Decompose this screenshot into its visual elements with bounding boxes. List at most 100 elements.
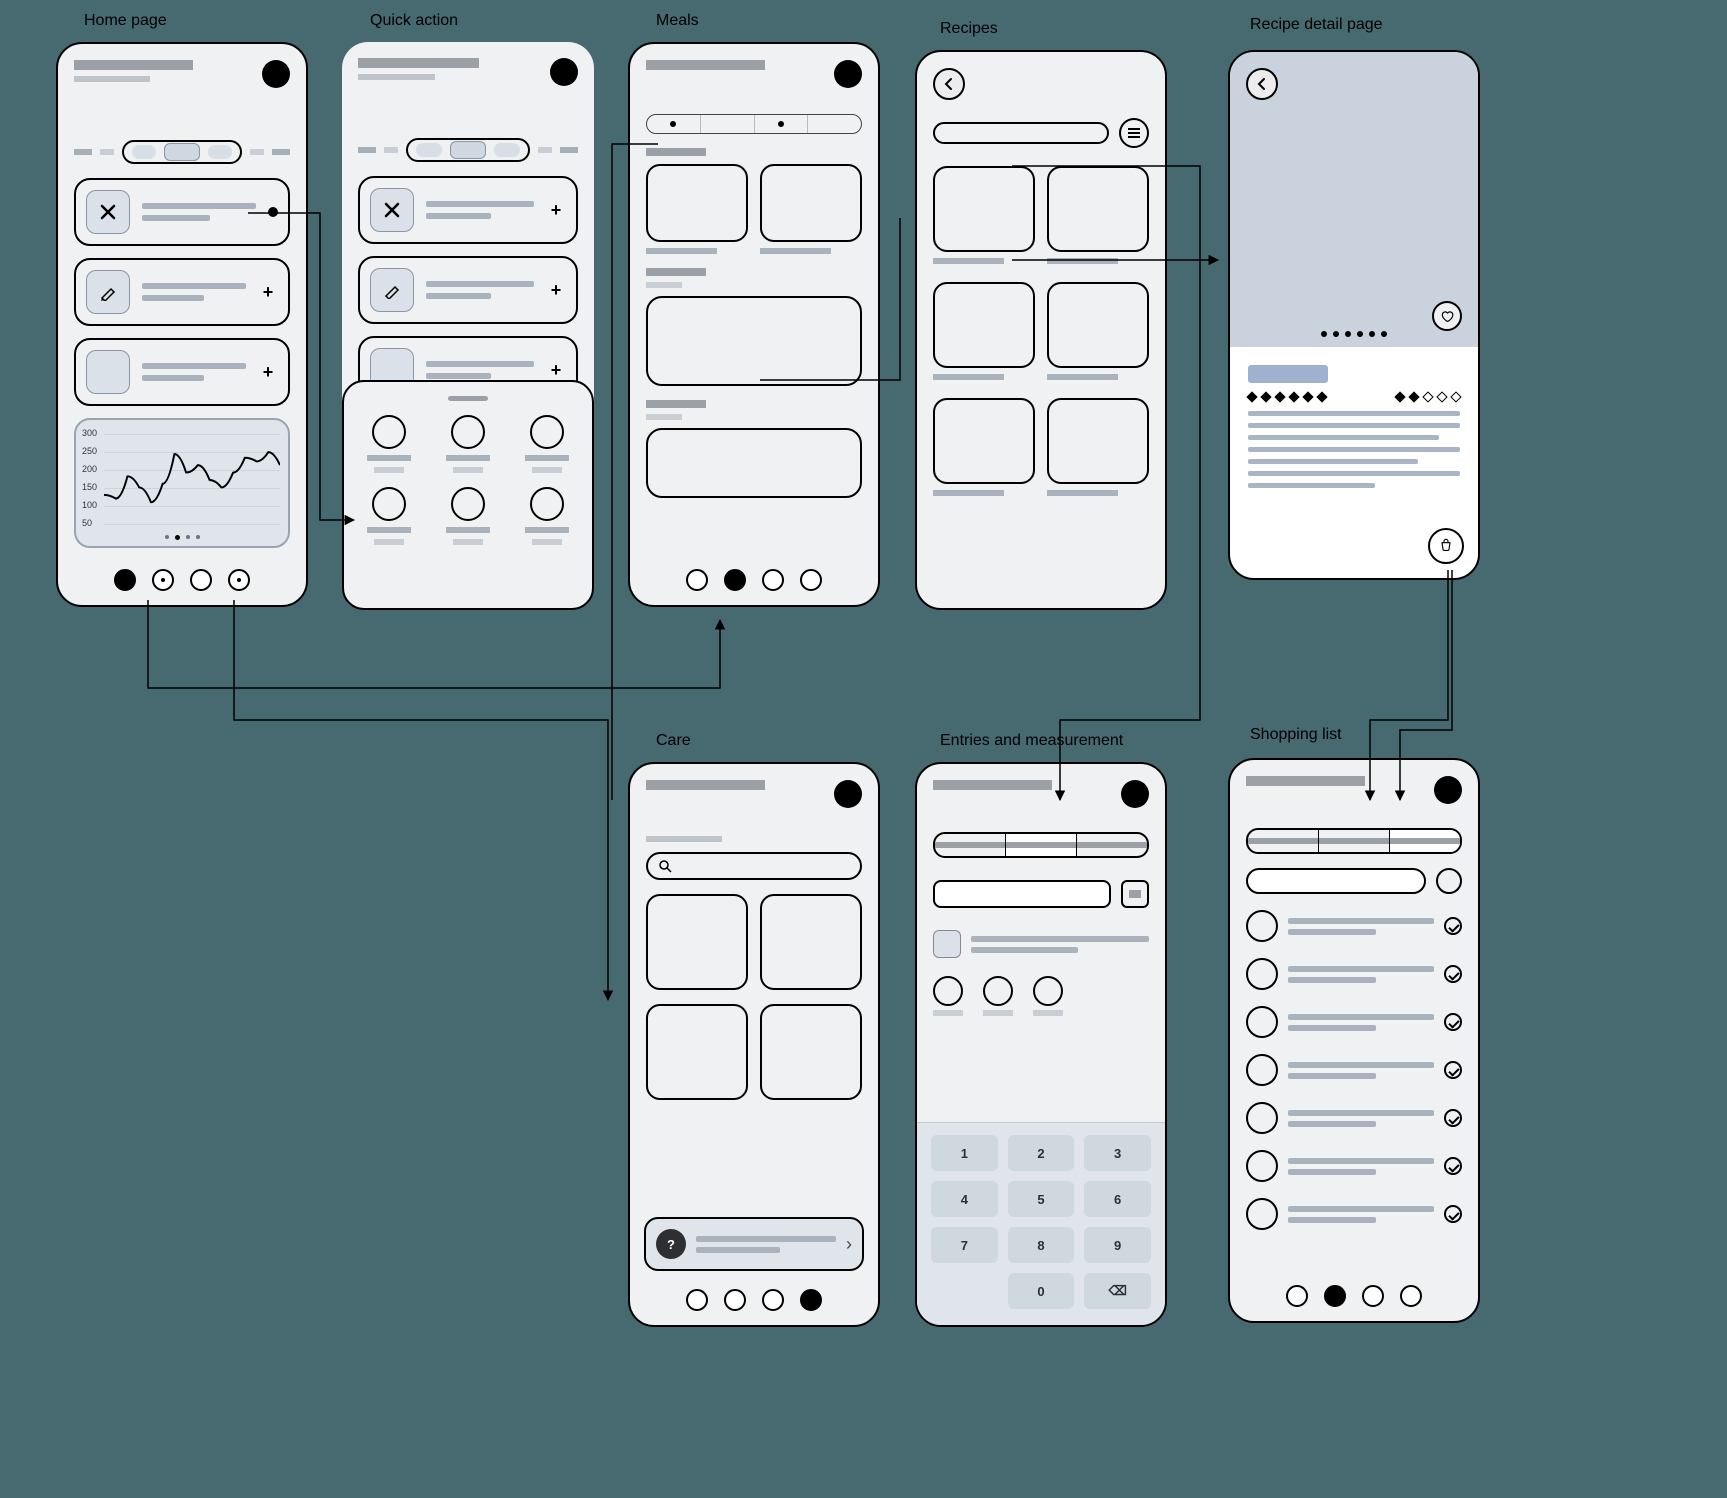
tab-4[interactable] <box>808 115 861 133</box>
nav-home[interactable] <box>1286 1285 1308 1307</box>
avatar[interactable] <box>1434 776 1462 804</box>
tab-3[interactable] <box>755 115 809 133</box>
check-icon[interactable] <box>1444 1013 1462 1031</box>
key-7[interactable]: 7 <box>931 1227 998 1263</box>
nav-care[interactable] <box>800 1289 822 1311</box>
option-2[interactable] <box>983 976 1013 1006</box>
home-card-3[interactable]: + <box>74 338 290 406</box>
meal-featured-2[interactable] <box>646 428 862 498</box>
avatar[interactable] <box>834 60 862 88</box>
recipe-tile[interactable] <box>1047 282 1149 368</box>
tab-2[interactable] <box>1319 830 1390 852</box>
tab-2[interactable] <box>701 115 755 133</box>
nav-care[interactable] <box>228 569 250 591</box>
chart-widget[interactable]: 300 250 200 150 100 50 <box>74 418 290 548</box>
qa-item-1[interactable] <box>360 415 417 473</box>
sheet-handle[interactable] <box>448 396 488 401</box>
key-backspace[interactable]: ⌫ <box>1084 1273 1151 1309</box>
recipe-tile[interactable] <box>933 166 1035 252</box>
nav-meals[interactable] <box>724 1289 746 1311</box>
add-button[interactable]: + <box>258 362 278 383</box>
recipe-tile[interactable] <box>1047 398 1149 484</box>
favorite-button[interactable] <box>1432 301 1462 331</box>
qa-item-4[interactable] <box>360 487 417 545</box>
recipe-tile[interactable] <box>1047 166 1149 252</box>
nav-2[interactable] <box>762 1289 784 1311</box>
home-card-1[interactable] <box>74 178 290 246</box>
nav-meals[interactable] <box>724 569 746 591</box>
option-1[interactable] <box>933 976 963 1006</box>
care-tile[interactable] <box>760 894 862 990</box>
list-item[interactable] <box>1246 1054 1462 1086</box>
nav-care[interactable] <box>800 569 822 591</box>
filter-button[interactable] <box>1119 118 1149 148</box>
key-0[interactable]: 0 <box>1008 1273 1075 1309</box>
key-4[interactable]: 4 <box>931 1181 998 1217</box>
list-item[interactable] <box>1246 1006 1462 1038</box>
nav-home[interactable] <box>114 569 136 591</box>
key-2[interactable]: 2 <box>1008 1135 1075 1171</box>
list-item[interactable] <box>1246 1198 1462 1230</box>
nav-home[interactable] <box>686 569 708 591</box>
tab-2[interactable] <box>1006 834 1077 856</box>
care-help-card[interactable]: ? › <box>644 1217 864 1271</box>
tab-1[interactable] <box>935 834 1006 856</box>
home-card-2[interactable]: + <box>74 258 290 326</box>
list-item[interactable] <box>1246 1150 1462 1182</box>
list-item[interactable] <box>1246 1102 1462 1134</box>
key-9[interactable]: 9 <box>1084 1227 1151 1263</box>
qa-item-6[interactable] <box>519 487 576 545</box>
avatar[interactable] <box>1121 780 1149 808</box>
key-3[interactable]: 3 <box>1084 1135 1151 1171</box>
shopping-search[interactable] <box>1246 868 1426 894</box>
check-icon[interactable] <box>1444 1061 1462 1079</box>
key-5[interactable]: 5 <box>1008 1181 1075 1217</box>
list-item[interactable] <box>1246 958 1462 990</box>
avatar[interactable] <box>550 58 578 86</box>
hero-pager[interactable] <box>1230 331 1478 337</box>
meal-tile[interactable] <box>760 164 862 242</box>
add-button[interactable]: + <box>546 200 566 221</box>
qa-item-3[interactable] <box>519 415 576 473</box>
key-1[interactable]: 1 <box>931 1135 998 1171</box>
nav-care[interactable] <box>1400 1285 1422 1307</box>
tab-1[interactable] <box>647 115 701 133</box>
date-pill[interactable] <box>122 140 242 164</box>
nav-2[interactable] <box>190 569 212 591</box>
check-icon[interactable] <box>1444 917 1462 935</box>
recipe-tile[interactable] <box>933 398 1035 484</box>
care-tile[interactable] <box>646 1004 748 1100</box>
back-button[interactable] <box>933 68 965 100</box>
qa-card-1[interactable]: + <box>358 176 578 244</box>
meal-featured[interactable] <box>646 296 862 386</box>
recipe-tile[interactable] <box>933 282 1035 368</box>
tab-3[interactable] <box>1077 834 1147 856</box>
check-icon[interactable] <box>1444 1157 1462 1175</box>
add-to-shopping-button[interactable] <box>1428 528 1464 564</box>
avatar[interactable] <box>262 60 290 88</box>
recipes-search-field[interactable] <box>933 122 1109 144</box>
search-input[interactable] <box>646 852 862 880</box>
chart-pager[interactable] <box>76 535 288 540</box>
tab-1[interactable] <box>1248 830 1319 852</box>
qa-card-2[interactable]: + <box>358 256 578 324</box>
key-8[interactable]: 8 <box>1008 1227 1075 1263</box>
nav-meals[interactable] <box>1324 1285 1346 1307</box>
check-icon[interactable] <box>1444 965 1462 983</box>
check-icon[interactable] <box>1444 1205 1462 1223</box>
unit-button[interactable] <box>1121 880 1149 908</box>
nav-home[interactable] <box>686 1289 708 1311</box>
qa-item-5[interactable] <box>439 487 496 545</box>
avatar[interactable] <box>834 780 862 808</box>
add-button[interactable]: + <box>546 360 566 381</box>
entries-tabs[interactable] <box>933 832 1149 858</box>
meals-tabs[interactable] <box>646 114 862 134</box>
add-button[interactable]: + <box>258 282 278 303</box>
nav-2[interactable] <box>762 569 784 591</box>
add-button[interactable]: + <box>546 280 566 301</box>
option-3[interactable] <box>1033 976 1063 1006</box>
meal-tile[interactable] <box>646 164 748 242</box>
value-input[interactable] <box>933 880 1111 908</box>
qa-item-2[interactable] <box>439 415 496 473</box>
key-6[interactable]: 6 <box>1084 1181 1151 1217</box>
